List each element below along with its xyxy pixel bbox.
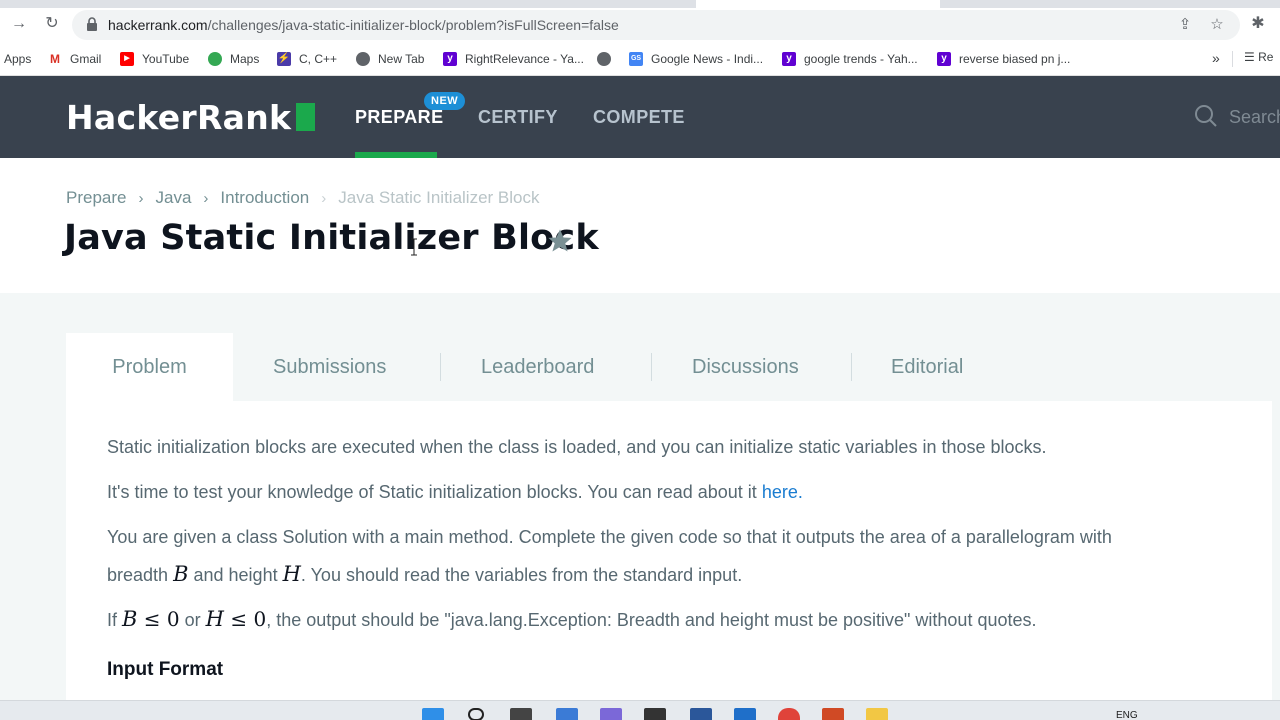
bookmark-c-cpp[interactable]: ⚡ C, C++ [277, 50, 337, 68]
search-icon[interactable] [468, 708, 484, 720]
tab-leaderboard[interactable]: Leaderboard [481, 333, 594, 401]
tab-problem[interactable]: Problem [66, 333, 233, 401]
search-input[interactable]: Search [1229, 107, 1280, 128]
problem-paragraph: If B ≤ 0 or H ≤ 0, the output should be … [107, 607, 1037, 631]
extensions-puzzle-icon[interactable]: ✱ [1248, 14, 1268, 34]
math-var-b: B [122, 607, 138, 631]
bookmark-rightrelevance[interactable]: y RightRelevance - Ya... [443, 50, 584, 68]
url-text: hackerrank.com/challenges/java-static-in… [108, 17, 619, 33]
browser-active-tab[interactable] [696, 0, 940, 8]
bookmark-star-icon[interactable]: ☆ [1208, 16, 1226, 34]
yahoo-icon: y [443, 52, 457, 66]
bookmark-maps[interactable]: Maps [208, 50, 259, 68]
bookmark-globe[interactable] [597, 50, 619, 68]
more-bookmarks-chevron-icon[interactable]: » [1212, 50, 1220, 66]
task-view-icon[interactable] [510, 708, 532, 720]
bookmarks-bar: Apps M Gmail ▶ YouTube Maps ⚡ C, C++ New Ta… [0, 42, 1280, 76]
chevron-right-icon: › [138, 189, 144, 207]
tab-divider [851, 353, 852, 381]
bookmark-google-trends[interactable]: y google trends - Yah... [782, 50, 918, 68]
here-link[interactable]: here. [762, 482, 803, 502]
youtube-icon: ▶ [120, 52, 134, 66]
nav-prepare[interactable]: PREPARE [355, 107, 444, 128]
text-cursor-icon [411, 238, 417, 256]
nav-certify[interactable]: CERTIFY [478, 107, 558, 128]
globe-icon [356, 52, 370, 66]
tab-editorial[interactable]: Editorial [891, 333, 963, 401]
new-badge: NEW [424, 92, 466, 110]
chevron-right-icon: › [321, 189, 327, 207]
hackerrank-logo[interactable]: HackerRank [66, 98, 291, 137]
yahoo-icon: y [782, 52, 796, 66]
google-news-icon: GS [629, 52, 643, 66]
challenge-title-area: Prepare › Java › Introduction › Java Sta… [0, 158, 1280, 293]
word-icon[interactable] [690, 708, 712, 720]
math-var-h: H [205, 607, 224, 631]
breadcrumb-java[interactable]: Java [155, 188, 191, 208]
powerpoint-icon[interactable] [822, 708, 844, 720]
address-bar[interactable]: hackerrank.com/challenges/java-static-in… [72, 10, 1240, 40]
math-var-h: H [282, 562, 301, 586]
forward-arrow-icon[interactable]: → [9, 14, 29, 34]
nav-compete[interactable]: COMPETE [593, 107, 685, 128]
breadcrumb-current: Java Static Initializer Block [338, 188, 540, 207]
browser-toolbar: → ↻ hackerrank.com/challenges/java-stati… [0, 8, 1280, 42]
bookmark-google-news[interactable]: GS Google News - Indi... [629, 50, 763, 68]
bookmark-new-tab[interactable]: New Tab [356, 50, 424, 68]
search-icon[interactable] [1194, 104, 1218, 128]
math-var-b: B [173, 562, 189, 586]
globe-icon [597, 52, 611, 66]
tab-divider [651, 353, 652, 381]
os-taskbar: ENG [0, 700, 1280, 720]
breadcrumb-introduction[interactable]: Introduction [220, 188, 309, 208]
tab-divider [440, 353, 441, 381]
share-icon[interactable]: ⇪ [1176, 16, 1194, 34]
bookmark-gmail[interactable]: M Gmail [48, 50, 101, 68]
gmail-icon: M [48, 52, 62, 66]
widgets-icon[interactable] [556, 708, 578, 720]
problem-paragraph: It's time to test your knowledge of Stat… [107, 482, 803, 502]
maps-icon [208, 52, 222, 66]
input-format-heading: Input Format [107, 659, 224, 680]
problem-paragraph: Static initialization blocks are execute… [107, 437, 1047, 457]
windows-start-icon[interactable] [422, 708, 444, 720]
bookmark-reverse-biased[interactable]: y reverse biased pn j... [937, 50, 1070, 68]
store-icon[interactable] [734, 708, 756, 720]
terminal-icon[interactable] [644, 708, 666, 720]
tab-discussions[interactable]: Discussions [692, 333, 799, 401]
bookmark-apps[interactable]: Apps [4, 50, 31, 68]
problem-paragraph: breadth B and height H. You should read … [107, 562, 743, 586]
tab-submissions[interactable]: Submissions [273, 333, 386, 401]
browser-tabstrip [0, 0, 1280, 8]
site-header: HackerRank PREPARE NEW CERTIFY COMPETE S… [0, 76, 1280, 158]
page-title: Java Static Initializer Block [64, 218, 599, 258]
chevron-right-icon: › [203, 189, 209, 207]
file-explorer-icon[interactable] [866, 708, 888, 720]
breadcrumb-prepare[interactable]: Prepare [66, 188, 126, 208]
language-indicator[interactable]: ENG [1116, 710, 1138, 720]
problem-statement: Static initialization blocks are execute… [66, 401, 1272, 701]
lightning-icon: ⚡ [277, 52, 291, 66]
breadcrumb: Prepare › Java › Introduction › Java Sta… [66, 188, 540, 208]
problem-paragraph: You are given a class Solution with a ma… [107, 527, 1112, 547]
chrome-icon[interactable] [778, 708, 800, 720]
bookmark-youtube[interactable]: ▶ YouTube [120, 50, 189, 68]
logo-green-block [296, 103, 315, 131]
bookmarks-divider [1232, 51, 1233, 67]
lock-icon [87, 17, 97, 31]
reload-icon[interactable]: ↻ [42, 14, 62, 34]
challenge-tabs: Problem Submissions Leaderboard Discussi… [66, 333, 1272, 401]
yahoo-icon: y [937, 52, 951, 66]
bookmark-star-icon[interactable] [546, 227, 574, 255]
teams-chat-icon[interactable] [600, 708, 622, 720]
reading-list-button[interactable]: ☰ Re [1244, 50, 1273, 64]
